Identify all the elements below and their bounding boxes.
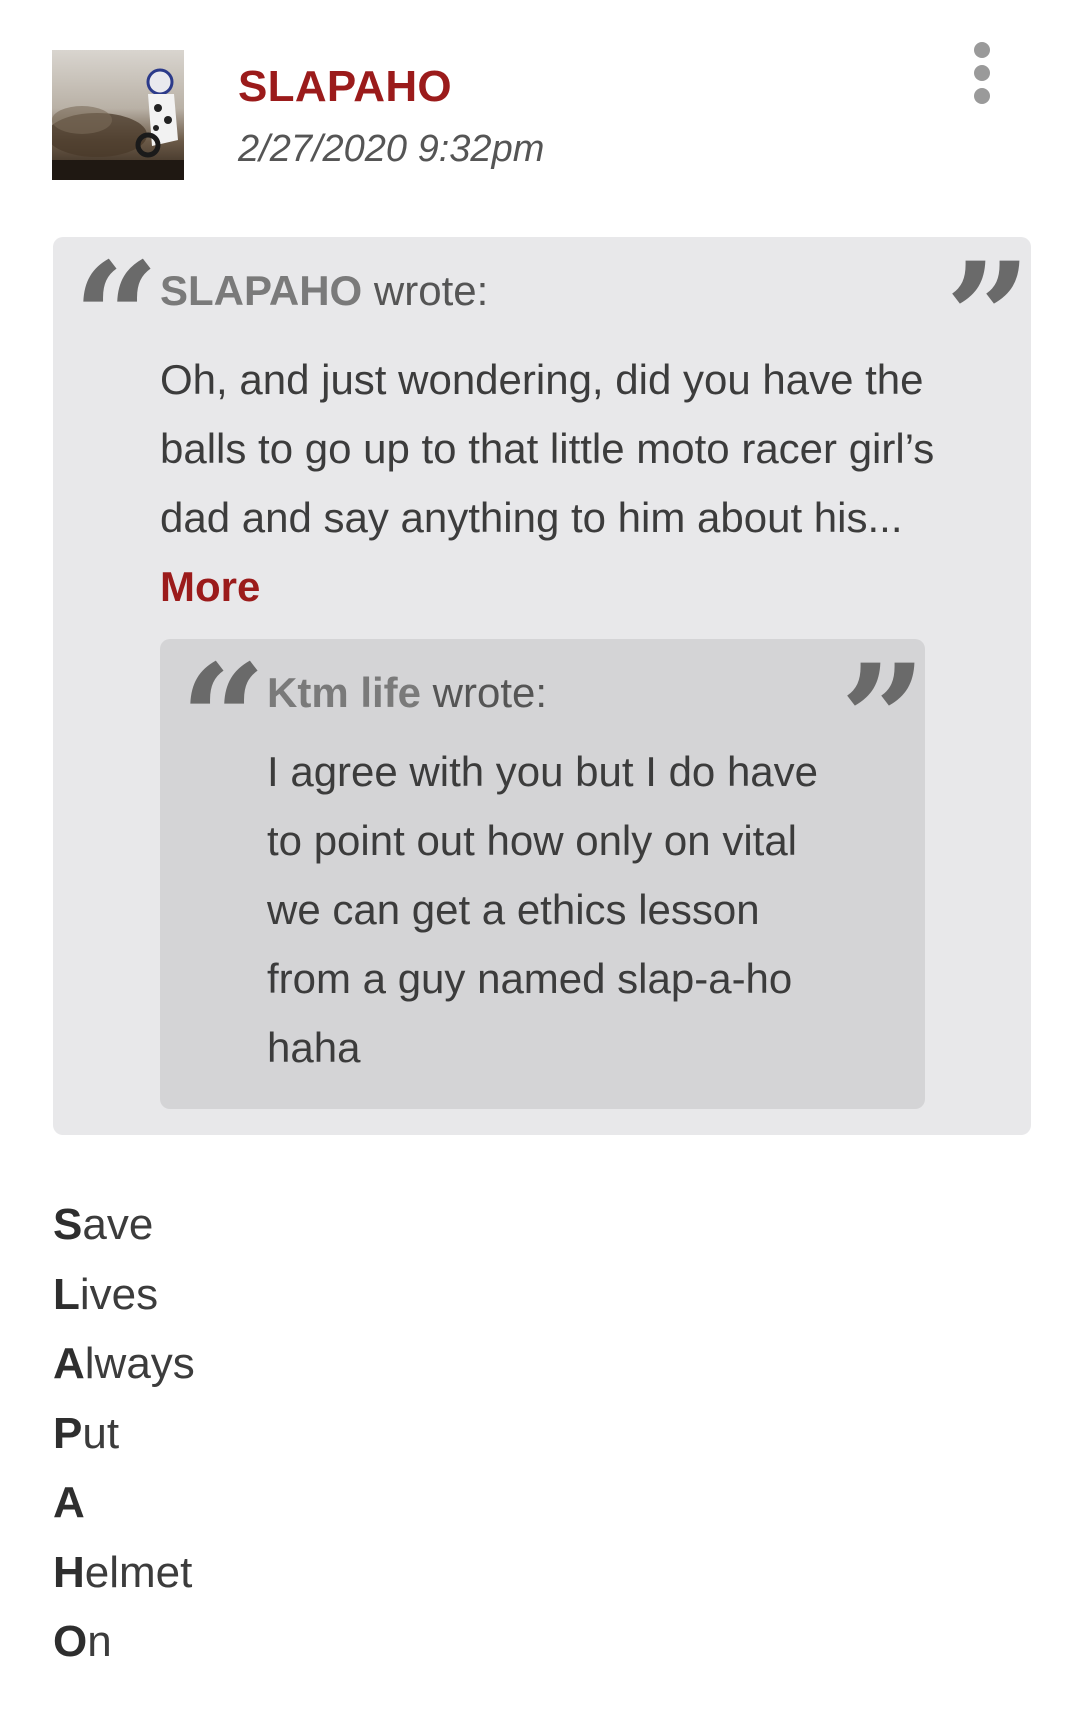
signature-word: ives: [79, 1269, 159, 1319]
signature: Save Lives Always Put A Helmet On: [53, 1190, 653, 1677]
signature-word: n: [87, 1617, 112, 1666]
signature-initial: L: [53, 1269, 80, 1319]
signature-initial: S: [53, 1200, 83, 1249]
signature-word: ut: [82, 1408, 120, 1458]
signature-initial: O: [53, 1617, 88, 1666]
signature-line: Save: [53, 1190, 653, 1260]
more-vertical-icon[interactable]: [952, 38, 1012, 108]
signature-word: lways: [84, 1339, 195, 1388]
quote-body: Oh, and just wondering, did you have the…: [160, 345, 940, 621]
post-header: SLAPAHO 2/27/2020 9:32pm: [52, 42, 1032, 182]
signature-line: Put: [53, 1399, 653, 1469]
signature-line: A: [53, 1468, 653, 1538]
motocross-rider-avatar: [52, 50, 184, 180]
quote-body: I agree with you but I do have to point …: [267, 737, 827, 1082]
close-quote-icon: ”: [840, 632, 926, 808]
signature-word: ave: [82, 1200, 154, 1249]
quote-attribution: Ktm life wrote:: [267, 669, 547, 717]
post-timestamp: 2/27/2020 9:32pm: [238, 128, 545, 170]
open-quote-icon: “: [180, 632, 266, 808]
wrote-label: wrote:: [362, 267, 489, 314]
quote-text: I agree with you but I do have to point …: [267, 748, 819, 1071]
quote-attribution: SLAPAHO wrote:: [160, 267, 488, 315]
post-author-name[interactable]: SLAPAHO: [238, 62, 452, 112]
signature-line: Always: [53, 1329, 653, 1399]
quote-text: Oh, and just wondering, did you have the…: [160, 356, 935, 541]
signature-line: Lives: [53, 1260, 653, 1330]
quote-author[interactable]: Ktm life: [267, 669, 421, 716]
quote-author[interactable]: SLAPAHO: [160, 267, 362, 314]
avatar[interactable]: [52, 50, 184, 180]
quote-block-outer: “ ” SLAPAHO wrote: Oh, and just wonderin…: [53, 237, 1031, 1135]
signature-line: On: [53, 1607, 653, 1677]
quote-block-nested: “ ” Ktm life wrote: I agree with you but…: [160, 632, 926, 1109]
signature-initial: A: [53, 1478, 85, 1527]
menu-dot: [974, 42, 990, 58]
menu-dot: [974, 65, 990, 81]
signature-line: Helmet: [53, 1538, 653, 1608]
signature-initial: H: [53, 1547, 85, 1597]
signature-word: elmet: [84, 1547, 193, 1597]
open-quote-icon: “: [73, 230, 159, 406]
menu-dot: [974, 88, 990, 104]
signature-initial: A: [53, 1339, 85, 1388]
wrote-label: wrote:: [421, 669, 548, 716]
signature-initial: P: [53, 1408, 83, 1458]
close-quote-icon: ”: [945, 230, 1031, 406]
more-link[interactable]: More: [160, 563, 260, 610]
